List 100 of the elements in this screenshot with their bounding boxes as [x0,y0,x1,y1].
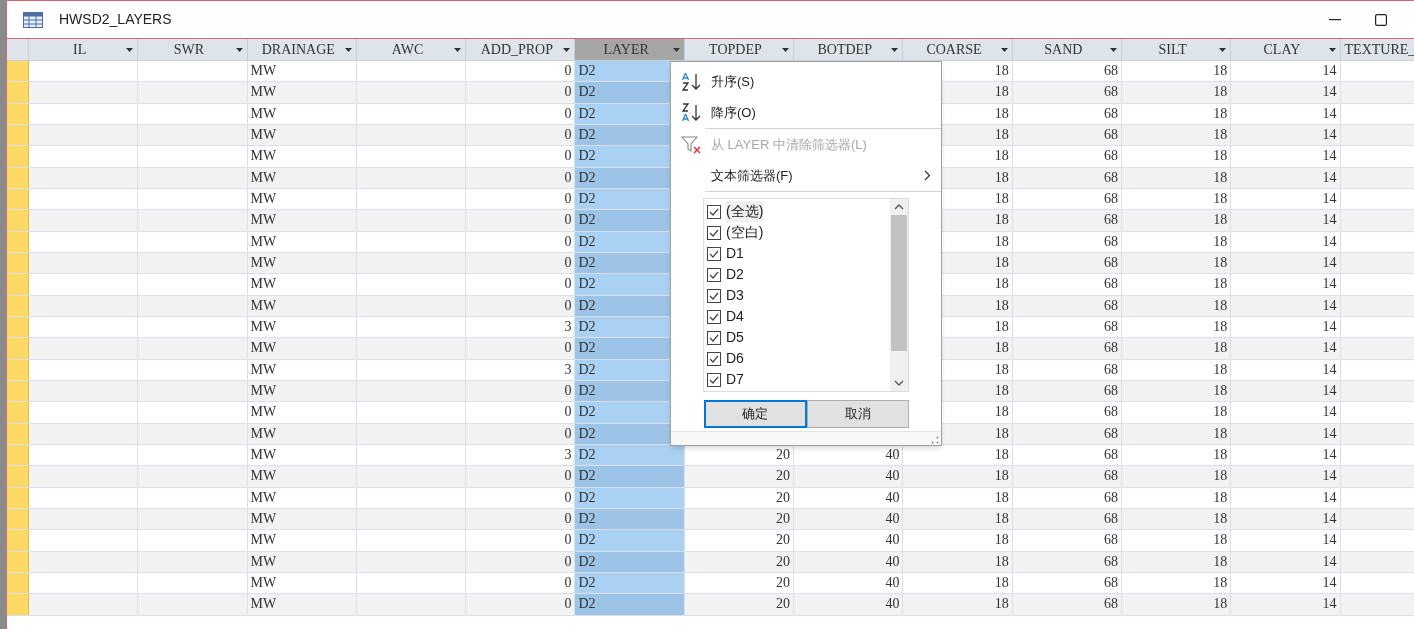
table-cell: 0 [564,341,572,356]
table-cell: 18 [994,277,1009,292]
table-cell: 3 [564,320,572,335]
column-header[interactable]: LAYER [575,39,685,60]
table-cell: 0 [564,192,572,207]
table-cell: 18 [1213,426,1228,441]
table-cell: 18 [1213,277,1228,292]
value-label[interactable]: D6 [726,348,744,369]
table-cell: 18 [1213,384,1228,399]
table-cell: 0 [564,554,572,569]
table-cell: 14 [1322,298,1337,313]
table-cell: 20 [776,597,791,612]
table-cell: MW [250,213,277,228]
table-cell: 0 [564,512,572,527]
table-cell: 18 [994,384,1009,399]
table-cell: 18 [994,533,1009,548]
table-cell: D2 [578,320,596,335]
table-cell: 18 [1213,192,1228,207]
table-cell: MW [250,597,277,612]
table-cell: 0 [564,234,572,249]
table-cell: D2 [578,362,596,377]
table-cell: 18 [994,128,1009,143]
value-label[interactable]: D2 [726,264,744,285]
table-cell: 20 [776,448,791,463]
table-cell: D2 [578,298,596,313]
table-cell: 68 [1103,512,1118,527]
table-cell: D2 [578,533,596,548]
table-cell: 18 [1213,234,1228,249]
table-cell: 14 [1322,170,1337,185]
table-cell: 18 [994,192,1009,207]
table-cell: 18 [1213,597,1228,612]
value-label[interactable]: D7 [726,369,744,390]
table-cell: 40 [885,448,900,463]
dialog-button[interactable]: 确定 [704,400,807,428]
table-cell: D2 [578,448,596,463]
table-cell: 18 [994,320,1009,335]
table-cell: D2 [578,106,596,121]
table-cell: 18 [1213,576,1228,591]
table-cell: 68 [1103,469,1118,484]
dialog-button[interactable]: 取消 [806,400,909,428]
table-cell: 18 [994,85,1009,100]
value-label[interactable]: D3 [726,285,744,306]
table-cell: 68 [1103,362,1118,377]
table-cell: 0 [564,170,572,185]
table-cell: 18 [1213,533,1228,548]
table-cell: 3 [564,362,572,377]
table-cell: 18 [994,256,1009,271]
table-cell: 68 [1103,170,1118,185]
table-cell: 18 [1213,554,1228,569]
table-cell: MW [250,149,277,164]
table-cell: MW [250,106,277,121]
table-cell: D2 [578,277,596,292]
table-cell: MW [250,405,277,420]
table-cell: 68 [1103,597,1118,612]
table-cell: 18 [1213,341,1228,356]
table-cell: 0 [564,469,572,484]
menu-item[interactable]: 降序(O) [671,97,941,128]
table-cell: 14 [1322,576,1337,591]
table-cell: 68 [1103,85,1118,100]
table-cell: 0 [564,277,572,292]
table-cell: 18 [1213,490,1228,505]
table-cell: D2 [578,149,596,164]
table-cell: 14 [1322,149,1337,164]
table-cell: D2 [578,192,596,207]
table-cell: D2 [578,384,596,399]
menu-item[interactable]: 升序(S) [671,66,941,97]
table-cell: 68 [1103,341,1118,356]
table-cell: 18 [994,597,1009,612]
value-label[interactable]: D5 [726,327,744,348]
table-cell: 0 [564,426,572,441]
table-cell: MW [250,192,277,207]
value-label[interactable]: (空白) [726,222,764,243]
table-cell: 0 [564,490,572,505]
value-label[interactable]: (全选) [726,201,764,222]
table-cell: 40 [885,554,900,569]
value-label[interactable]: D1 [726,243,744,264]
table-cell: 0 [564,298,572,313]
table-cell: 68 [1103,149,1118,164]
table-cell: 14 [1322,533,1337,548]
table-cell: 18 [994,426,1009,441]
table-cell: 14 [1322,597,1337,612]
table-cell: 18 [994,149,1009,164]
table-cell: 14 [1322,213,1337,228]
table-cell: 14 [1322,106,1337,121]
table-cell: 20 [776,490,791,505]
table-cell: 20 [776,533,791,548]
table-cell: 68 [1103,106,1118,121]
table-cell: 14 [1322,490,1337,505]
table-cell: 14 [1322,320,1337,335]
table-cell: 18 [1213,298,1228,313]
menu-item[interactable]: 文本筛选器(F) [671,160,941,191]
table-cell: 18 [1213,362,1228,377]
table-cell: D2 [578,405,596,420]
table-cell: MW [250,341,277,356]
table-cell: 18 [1213,106,1228,121]
table-cell: 18 [994,554,1009,569]
table-cell: 14 [1322,469,1337,484]
table-cell: MW [250,448,277,463]
value-label[interactable]: D4 [726,306,744,327]
table-cell: 18 [994,362,1009,377]
